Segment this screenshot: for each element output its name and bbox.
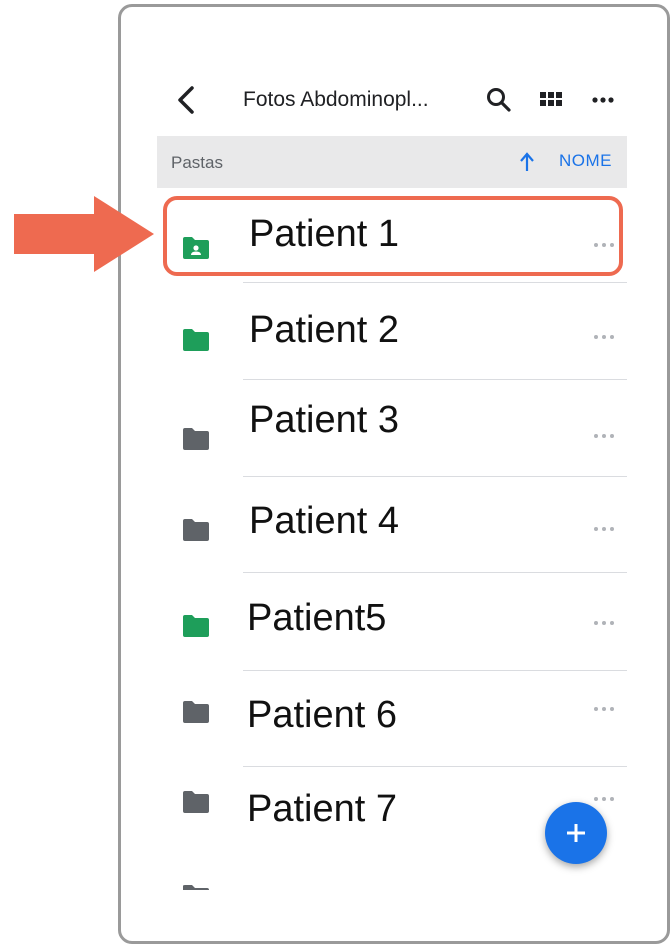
grid-view-icon [540,92,562,106]
more-options-icon[interactable] [591,794,617,804]
more-options-icon[interactable] [591,618,617,628]
folder-name: Patient 4 [249,500,399,542]
back-arrow-icon [178,86,194,114]
search-button[interactable] [484,84,514,116]
more-options-icon[interactable] [591,332,617,342]
folder-row[interactable]: Patient 6 [157,672,627,768]
folder-row[interactable]: Patient5 [157,574,627,670]
more-options-icon [592,97,614,103]
folder-icon [183,701,209,723]
highlight-box [163,196,623,276]
folder-icon [183,428,209,450]
annotation-arrow-icon [14,196,154,272]
section-label: Pastas [171,153,223,172]
row-divider [243,282,627,283]
back-button[interactable] [172,82,204,118]
folder-icon [183,329,209,351]
folder-icon [183,519,209,541]
row-divider [243,379,627,380]
app-toolbar: Fotos Abdominopl... [0,0,672,135]
folder-icon [183,791,209,813]
folder-name: Patient5 [247,597,387,639]
folder-name: Patient 3 [249,399,399,441]
plus-icon [567,824,585,842]
more-options-icon[interactable] [591,704,617,714]
folder-name: Patient 7 [247,788,397,830]
folder-icon [183,615,209,637]
more-options-button[interactable] [588,84,618,116]
folder-title: Fotos Abdominopl... [243,88,429,111]
row-divider [243,670,627,671]
search-icon [487,88,511,112]
arrow-up-icon[interactable] [517,149,537,175]
folder-name: Patient 6 [247,694,397,736]
row-divider [243,572,627,573]
folder-row[interactable]: Patient 2 [157,284,627,380]
more-options-icon[interactable] [591,524,617,534]
folder-name: Patient 2 [249,309,399,351]
folder-icon [183,885,209,890]
folder-row[interactable]: Patient 3 [157,381,627,477]
folder-row[interactable]: Patient 4 [157,478,627,574]
row-divider [243,766,627,767]
folders-section-header: Pastas NOME [157,136,627,188]
more-options-icon[interactable] [591,431,617,441]
row-divider [243,476,627,477]
sort-by-name-button[interactable]: NOME [559,151,612,171]
grid-view-button[interactable] [536,84,566,116]
add-button[interactable] [545,802,607,864]
